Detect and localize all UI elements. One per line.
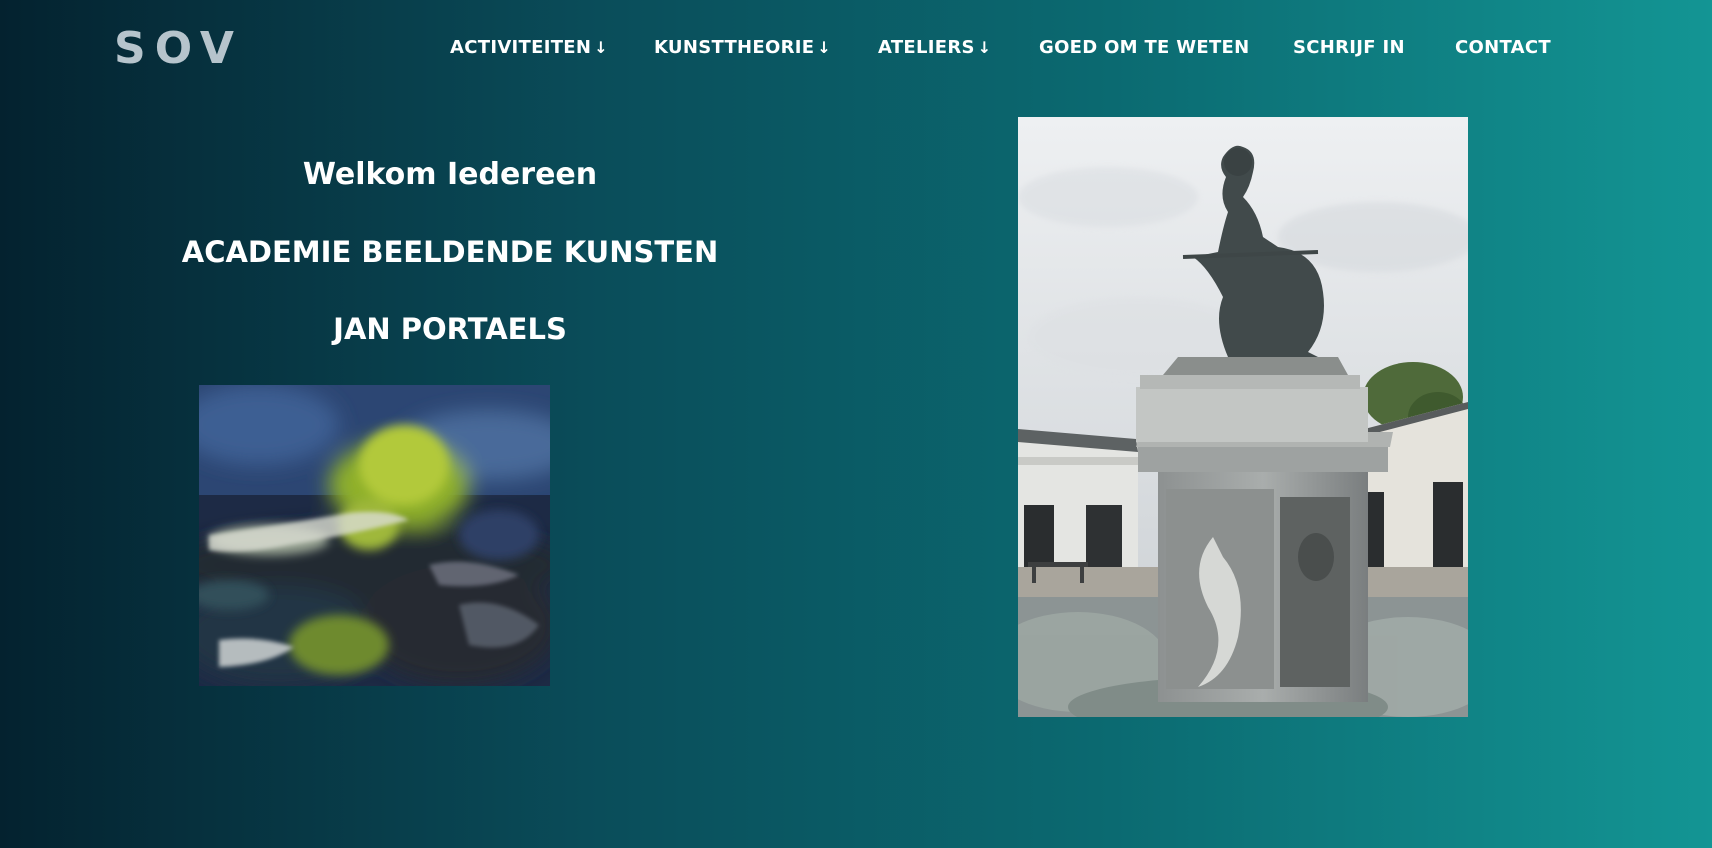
arrow-down-icon: ↓ bbox=[594, 38, 608, 57]
nav-ateliers[interactable]: ATELIERS ↓ bbox=[878, 36, 992, 60]
name-heading: JAN PORTAELS bbox=[333, 312, 567, 346]
nav-label: SCHRIJF IN bbox=[1293, 37, 1405, 58]
nav-label: KUNSTTHEORIE bbox=[654, 37, 815, 58]
abstract-painting-image bbox=[199, 385, 550, 686]
nav-goed-om-te-weten[interactable]: GOED OM TE WETEN bbox=[1039, 36, 1250, 60]
nav-label: ATELIERS bbox=[878, 37, 975, 58]
statue-photo-image bbox=[1018, 117, 1468, 717]
arrow-down-icon: ↓ bbox=[977, 38, 992, 57]
nav-label: GOED OM TE WETEN bbox=[1039, 37, 1250, 58]
nav-label: ACTIVITEITEN bbox=[450, 37, 592, 58]
academy-heading: ACADEMIE BEELDENDE KUNSTEN bbox=[181, 235, 719, 269]
nav-kunsttheorie[interactable]: KUNSTTHEORIE ↓ bbox=[654, 36, 831, 60]
nav-label: CONTACT bbox=[1455, 37, 1551, 58]
nav-schrijf-in[interactable]: SCHRIJF IN bbox=[1293, 36, 1405, 60]
arrow-down-icon: ↓ bbox=[817, 38, 832, 57]
nav-activiteiten[interactable]: ACTIVITEITEN ↓ bbox=[450, 36, 608, 60]
welcome-heading: Welkom Iedereen bbox=[302, 157, 598, 192]
site-logo[interactable]: SOV bbox=[114, 22, 243, 76]
nav-contact[interactable]: CONTACT bbox=[1455, 36, 1551, 60]
